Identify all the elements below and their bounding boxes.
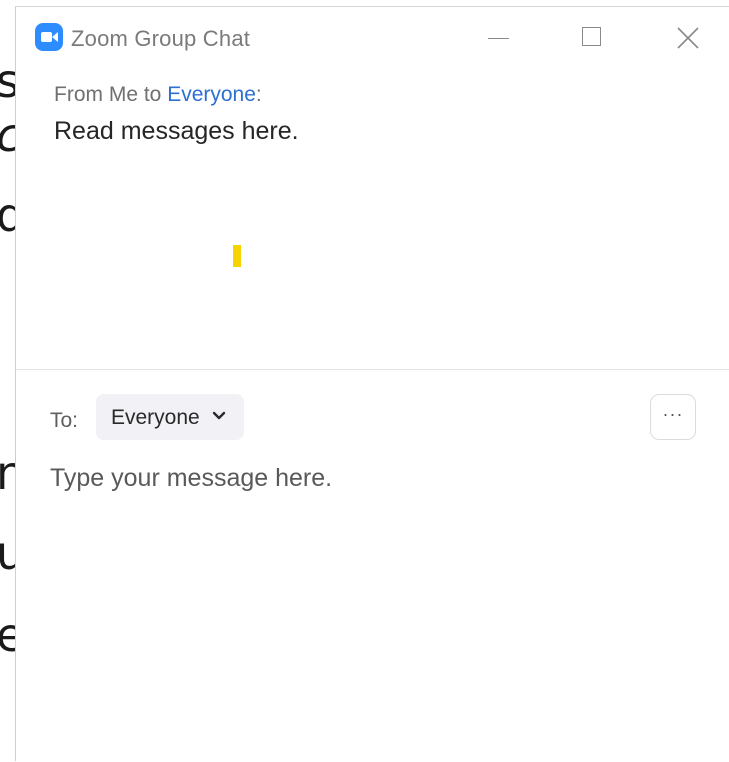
window-title: Zoom Group Chat [71, 26, 251, 51]
message-recipient-link[interactable]: Everyone [167, 83, 256, 106]
more-dots-icon: ··· [662, 404, 684, 424]
chevron-down-icon [212, 411, 226, 420]
message-header-suffix: : [255, 83, 262, 106]
messages-area[interactable]: From Me to Everyone: Read messages here. [16, 65, 729, 369]
message-body: Read messages here. [54, 117, 299, 145]
compose-area: To: Everyone ··· [16, 370, 729, 762]
more-options-button[interactable]: ··· [650, 394, 696, 440]
message-input[interactable] [50, 458, 690, 498]
message-sender-text: From Me to [54, 83, 168, 106]
minimize-button[interactable] [479, 19, 519, 59]
recipient-dropdown-value: Everyone [111, 406, 200, 429]
title-bar[interactable]: Zoom Group Chat [16, 7, 729, 65]
to-label: To: [50, 409, 79, 432]
zoom-camera-icon [35, 23, 63, 51]
maximize-button[interactable] [573, 19, 613, 59]
close-icon [677, 27, 699, 49]
message-header: From Me to Everyone: [54, 83, 262, 107]
close-button[interactable] [668, 19, 708, 59]
mouse-cursor-highlight [233, 245, 241, 267]
recipient-dropdown[interactable]: Everyone [96, 394, 244, 440]
zoom-group-chat-window: Zoom Group Chat From Me to Everyone: Rea… [15, 6, 729, 761]
